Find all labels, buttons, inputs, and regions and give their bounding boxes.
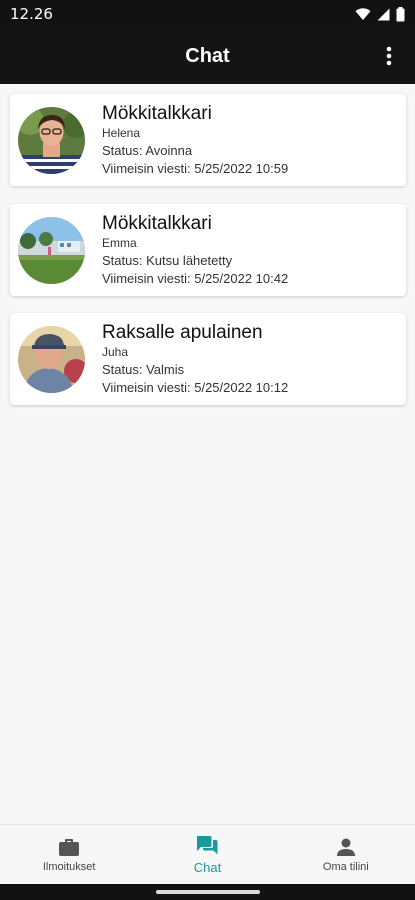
chat-name: Helena: [102, 125, 141, 140]
home-gesture-handle[interactable]: [155, 890, 260, 894]
chat-status: Status: Avoinna: [102, 142, 193, 158]
chat-status: Status: Valmis: [102, 361, 185, 377]
chat-item-text: Raksalle apulainen Juha Status: Valmis V…: [102, 322, 288, 397]
nav-label: Chat: [193, 860, 222, 875]
chat-last-message: Viimeisin viesti: 5/25/2022 10:59: [102, 160, 289, 176]
nav-item-ilmoitukset[interactable]: Ilmoitukset: [0, 825, 138, 884]
page-title: Chat: [185, 44, 230, 67]
chat-icon: [197, 836, 218, 855]
status-icons: [355, 6, 405, 22]
avatar: [18, 216, 85, 284]
chat-list-item[interactable]: Mökkitalkkari Emma Status: Kutsu lähetet…: [10, 204, 406, 296]
nav-label: Ilmoitukset: [42, 860, 96, 873]
chat-status: Status: Kutsu lähetetty: [102, 252, 233, 268]
signal-icon: [377, 8, 390, 20]
avatar: [18, 106, 85, 174]
chat-last-message: Viimeisin viesti: 5/25/2022 10:12: [102, 379, 289, 395]
status-time: 12.26: [10, 5, 53, 23]
bottom-navigation: Ilmoitukset Chat Oma tilini: [0, 824, 415, 884]
wifi-icon: [355, 7, 371, 20]
app-bar: Chat: [0, 28, 415, 84]
nav-label: Oma tilini: [322, 860, 369, 873]
chat-title: Mökkitalkkari: [102, 212, 212, 234]
chat-title: Raksalle apulainen: [102, 321, 263, 343]
chat-name: Emma: [102, 235, 137, 250]
gesture-bar: [0, 884, 415, 900]
more-vert-icon: [386, 46, 392, 66]
chat-list-item[interactable]: Raksalle apulainen Juha Status: Valmis V…: [10, 313, 406, 405]
chat-item-text: Mökkitalkkari Emma Status: Kutsu lähetet…: [102, 213, 288, 288]
overflow-menu-button[interactable]: [377, 42, 401, 70]
chat-title: Mökkitalkkari: [102, 102, 212, 124]
chat-list-item[interactable]: Mökkitalkkari Helena Status: Avoinna Vii…: [10, 94, 406, 186]
status-bar: 12.26: [0, 0, 415, 28]
chat-item-text: Mökkitalkkari Helena Status: Avoinna Vii…: [102, 103, 288, 178]
battery-icon: [396, 6, 405, 21]
chat-last-message: Viimeisin viesti: 5/25/2022 10:42: [102, 270, 289, 286]
nav-item-chat[interactable]: Chat: [138, 825, 276, 884]
nav-item-oma-tilini[interactable]: Oma tilini: [277, 825, 415, 884]
person-icon: [336, 838, 355, 856]
chat-name: Juha: [102, 344, 129, 359]
avatar: [18, 325, 85, 393]
briefcase-icon: [59, 838, 80, 856]
